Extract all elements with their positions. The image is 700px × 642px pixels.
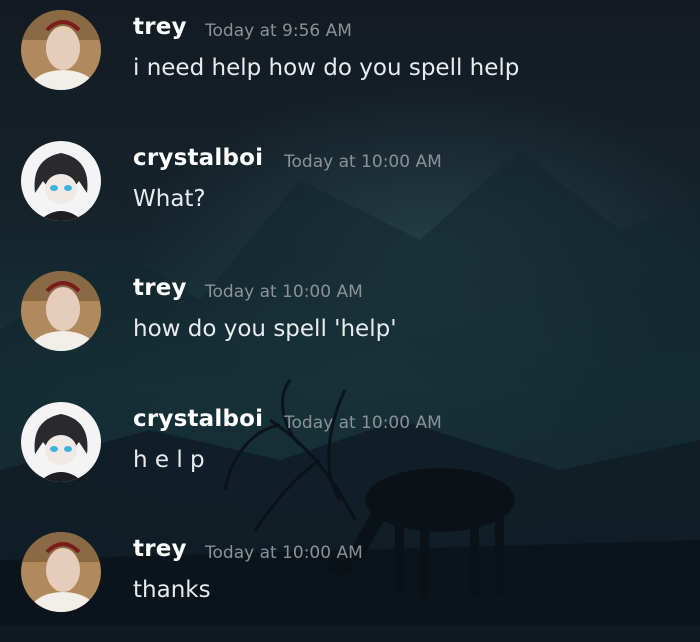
message-author[interactable]: crystalboi <box>133 406 263 432</box>
message-content: What? <box>133 186 206 212</box>
message-author[interactable]: trey <box>133 275 187 301</box>
trey-avatar-icon[interactable] <box>21 532 101 612</box>
message-content: h e l p <box>133 447 205 473</box>
message-list: trey Today at 9:56 AM i need help how do… <box>0 0 700 626</box>
trey-avatar-icon[interactable] <box>21 271 101 351</box>
message-item: trey Today at 10:00 AM how do you spell … <box>0 261 700 381</box>
message-timestamp: Today at 10:00 AM <box>205 282 363 302</box>
crystalboi-avatar-icon[interactable] <box>21 141 101 221</box>
message-content: how do you spell 'help' <box>133 316 397 342</box>
message-content: i need help how do you spell help <box>133 55 520 81</box>
message-item: trey Today at 10:00 AM thanks <box>0 522 700 642</box>
message-content: thanks <box>133 577 211 603</box>
message-author[interactable]: trey <box>133 536 187 562</box>
crystalboi-avatar-icon[interactable] <box>21 402 101 482</box>
message-item: crystalboi Today at 10:00 AM What? <box>0 131 700 251</box>
message-item: crystalboi Today at 10:00 AM h e l p <box>0 392 700 512</box>
message-item: trey Today at 9:56 AM i need help how do… <box>0 0 700 120</box>
message-timestamp: Today at 10:00 AM <box>205 543 363 563</box>
message-timestamp: Today at 10:00 AM <box>284 413 442 433</box>
message-timestamp: Today at 9:56 AM <box>205 21 352 41</box>
message-author[interactable]: crystalboi <box>133 145 263 171</box>
message-author[interactable]: trey <box>133 14 187 40</box>
trey-avatar-icon[interactable] <box>21 10 101 90</box>
message-timestamp: Today at 10:00 AM <box>284 152 442 172</box>
